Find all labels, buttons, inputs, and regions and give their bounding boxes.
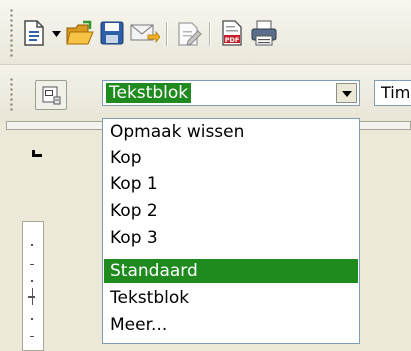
font-name-value: Tim (381, 83, 411, 102)
standard-toolbar: PDF (0, 0, 411, 64)
style-option-standaard[interactable]: Standaard (104, 259, 358, 283)
export-pdf-icon[interactable]: PDF (220, 20, 244, 46)
style-option-kop-1[interactable]: Kop 1 (104, 172, 358, 196)
toolbar-separator (166, 22, 168, 46)
vertical-ruler[interactable] (22, 221, 44, 351)
toolbar-grip[interactable] (10, 77, 13, 111)
font-name-combobox[interactable]: Tim (374, 80, 411, 106)
style-option-opmaak-wissen[interactable]: Opmaak wissen (104, 120, 358, 144)
style-option-meer[interactable]: Meer... (104, 313, 358, 337)
open-folder-icon[interactable] (66, 20, 94, 46)
style-option-kop-2[interactable]: Kop 2 (104, 199, 358, 223)
chevron-down-icon[interactable] (336, 83, 357, 103)
new-document-icon[interactable] (22, 20, 46, 46)
styles-formatting-button[interactable] (35, 80, 67, 110)
svg-text:PDF: PDF (225, 36, 240, 44)
style-option-kop[interactable]: Kop (104, 146, 358, 170)
save-icon[interactable] (100, 21, 124, 45)
dropdown-arrow-icon[interactable] (52, 31, 61, 37)
toolbar-grip[interactable] (10, 8, 13, 58)
styles-formatting-icon (42, 86, 61, 105)
style-option-tekstblok[interactable]: Tekstblok (104, 286, 358, 310)
paragraph-style-dropdown[interactable]: Opmaak wissen Kop Kop 1 Kop 2 Kop 3 Stan… (102, 118, 360, 344)
print-icon[interactable] (250, 20, 278, 46)
paragraph-style-combobox[interactable]: Tekstblok (102, 80, 360, 106)
style-option-kop-3[interactable]: Kop 3 (104, 226, 358, 250)
toolbar-separator (209, 22, 211, 46)
tab-stop-icon[interactable] (32, 150, 42, 157)
paragraph-style-value[interactable]: Tekstblok (106, 83, 192, 103)
email-icon[interactable] (130, 23, 160, 45)
edit-file-icon[interactable] (176, 21, 202, 46)
